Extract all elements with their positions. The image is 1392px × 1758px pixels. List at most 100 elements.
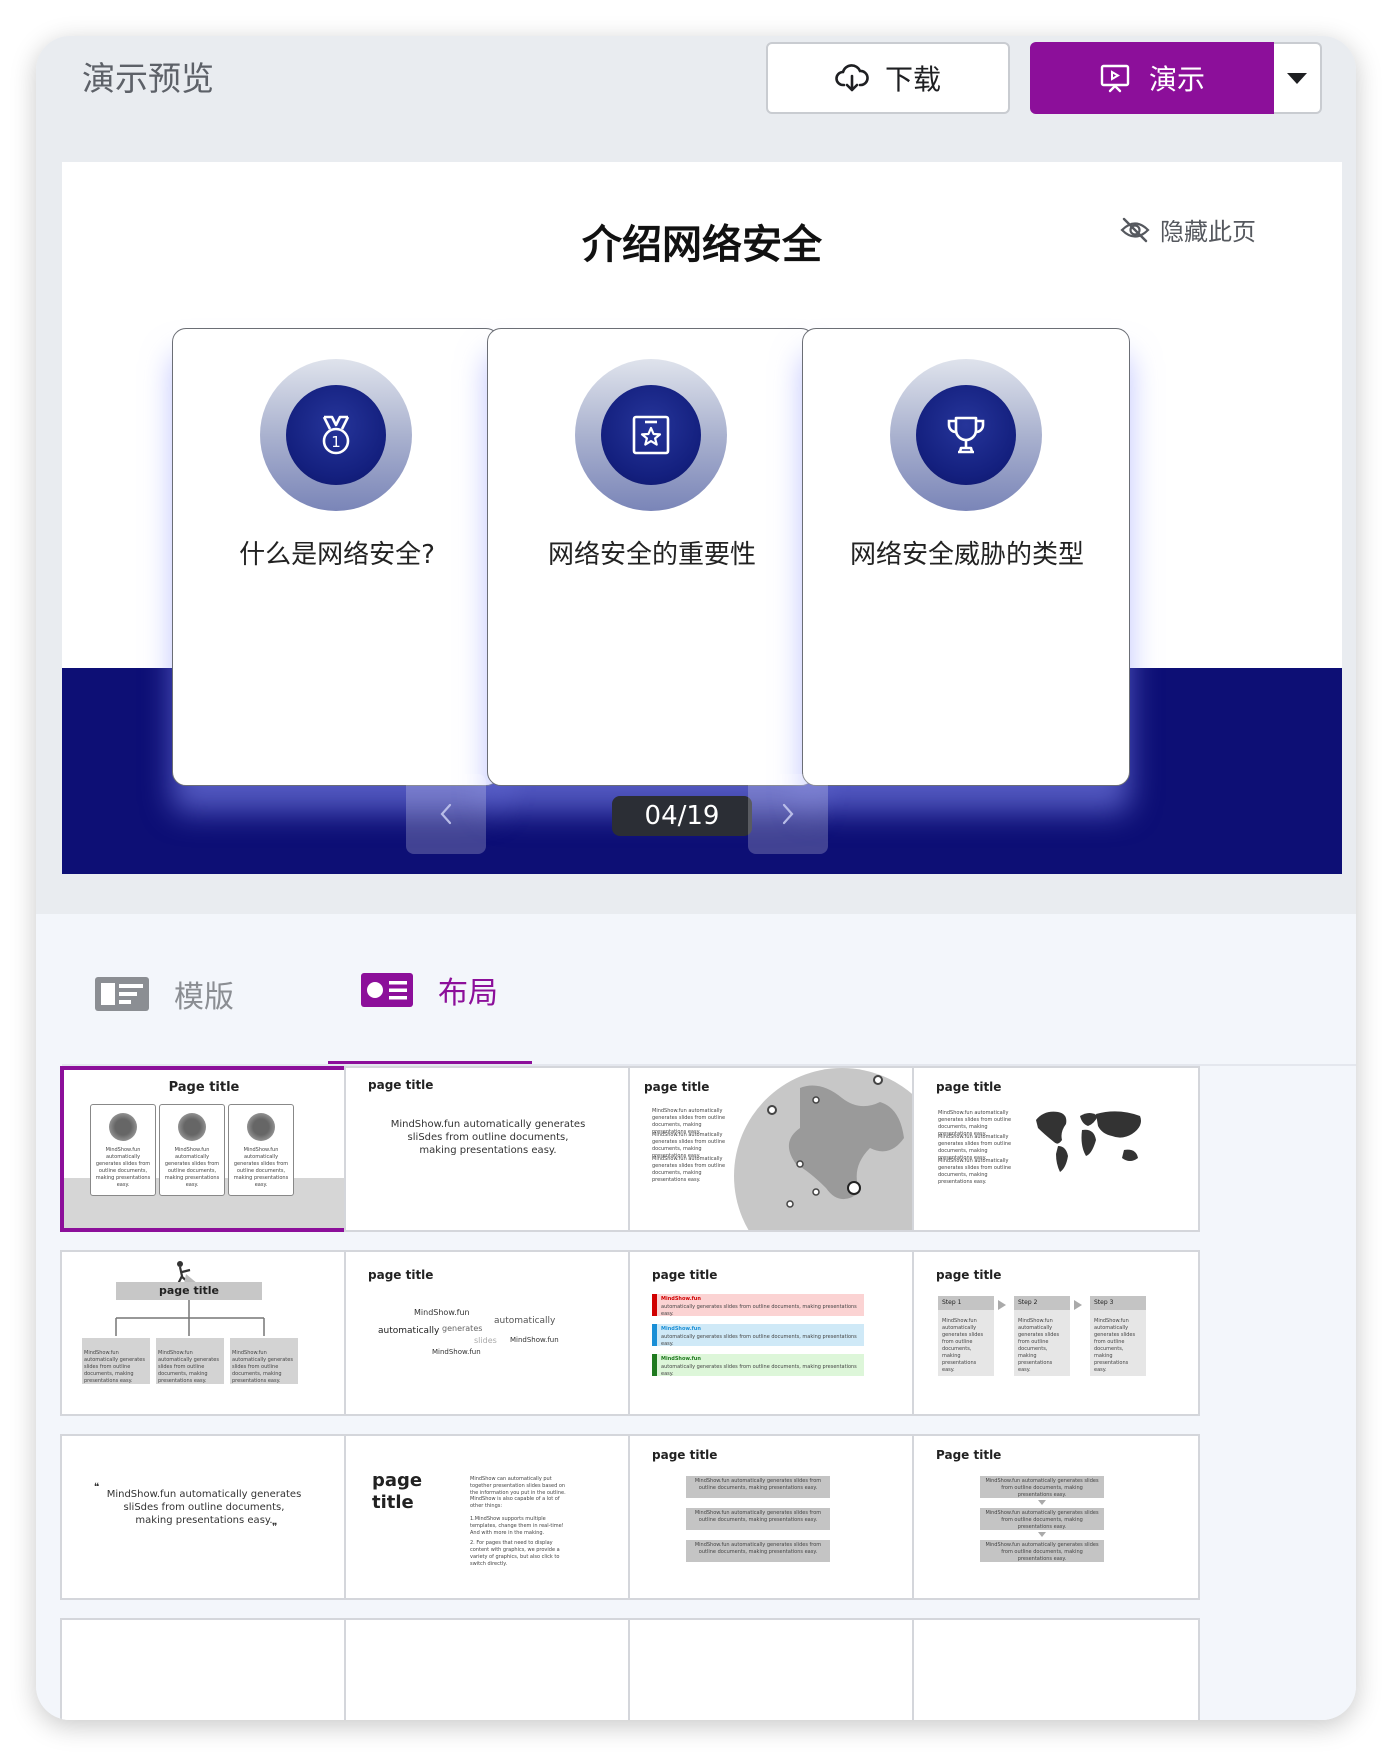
layout-thumbnail-8[interactable]: page title Step 1 MindShow.fun automatic… xyxy=(912,1250,1200,1416)
layout-thumbnail-3[interactable]: page title MindShow.fun automatically ge… xyxy=(628,1066,916,1232)
thumb-box-text: MindShow.fun automatically generates sli… xyxy=(985,1542,1099,1562)
layout-thumbnail-13[interactable] xyxy=(60,1618,348,1720)
layout-thumbnail-14[interactable] xyxy=(344,1618,632,1720)
thumb-card-text: MindShow.fun automatically generates sli… xyxy=(164,1147,220,1188)
thumb-title: page title xyxy=(936,1080,1002,1094)
presentation-icon xyxy=(1100,64,1130,93)
icon-circle xyxy=(916,385,1016,485)
thumb-box-text: MindShow.fun automatically generates sli… xyxy=(158,1350,219,1384)
thumb-title: page title xyxy=(652,1448,718,1462)
thumb-box: MindShow.fun automatically generates sli… xyxy=(980,1540,1104,1562)
medal-icon: 1 xyxy=(322,415,350,455)
tab-bar: 模版 布局 xyxy=(36,914,1356,1066)
layout-thumbnail-1[interactable]: Page title MindShow.fun automatically ge… xyxy=(60,1066,348,1232)
word-cloud-word: slides xyxy=(474,1336,497,1345)
arrow-down-icon xyxy=(1038,1532,1046,1537)
thumb-title: page title xyxy=(368,1268,434,1282)
word-cloud-word: automatically xyxy=(378,1326,440,1336)
layout-thumbnail-16[interactable] xyxy=(912,1618,1200,1720)
download-button[interactable]: 下载 xyxy=(766,42,1010,114)
preview-header-area: 演示预览 下载 演示 介绍网络安全 隐藏此页 1 什么是网络安全? 网络安全的重… xyxy=(36,36,1356,914)
thumb-step-label: Step 2 xyxy=(1014,1296,1070,1310)
present-label: 演示 xyxy=(1148,63,1205,96)
tree-connector xyxy=(115,1300,265,1336)
layout-thumbnail-15[interactable] xyxy=(628,1618,916,1720)
tab-template-label: 模版 xyxy=(174,980,234,1015)
svg-text:1: 1 xyxy=(331,433,341,451)
thumb-title: page title xyxy=(116,1282,262,1300)
thumb-box: MindShow.fun automatically generates sli… xyxy=(230,1338,298,1384)
card-text: 什么是网络安全? xyxy=(239,540,435,570)
layout-thumbnail-5[interactable]: page title MindShow.fun automatically ge… xyxy=(60,1250,348,1416)
thumb-box-text: MindShow.fun automatically generates sli… xyxy=(694,1510,822,1523)
thumb-box-text: MindShow.fun automatically generates sli… xyxy=(694,1478,822,1491)
quote-open-icon: ❝ xyxy=(94,1482,100,1493)
word-cloud-word: MindShow.fun xyxy=(414,1308,470,1317)
thumb-highlight-label: MindShow.fun xyxy=(661,1296,701,1302)
word-cloud-word: MindShow.fun xyxy=(510,1336,559,1344)
thumb-highlight-text: automatically generates slides from outl… xyxy=(661,1334,857,1347)
thumb-box: MindShow.fun automatically generates sli… xyxy=(686,1476,830,1498)
thumb-highlight-red: MindShow.fun automatically generates sli… xyxy=(652,1294,864,1317)
thumb-box: MindShow.fun automatically generates sli… xyxy=(980,1476,1104,1498)
word-cloud-word: automatically xyxy=(494,1316,556,1326)
icon-ring xyxy=(575,359,727,511)
thumb-box: MindShow.fun automatically generates sli… xyxy=(980,1508,1104,1530)
thumb-list-item: MindShow.fun automatically generates sli… xyxy=(938,1158,1012,1185)
arrow-down-icon xyxy=(1038,1500,1046,1505)
thumb-box-text: MindShow.fun automatically generates sli… xyxy=(694,1542,822,1555)
thumb-step-text: MindShow.fun automatically generates sli… xyxy=(1094,1318,1136,1373)
thumb-box: MindShow.fun automatically generates sli… xyxy=(686,1540,830,1562)
page-counter: 04/19 xyxy=(612,796,752,836)
thumb-title: Page title xyxy=(936,1448,1002,1462)
icon-ring xyxy=(890,359,1042,511)
trophy-icon xyxy=(947,416,985,454)
layout-thumbnail-6[interactable]: page title MindShow.fun automatically au… xyxy=(344,1250,632,1416)
slide-card-2: 网络安全的重要性 xyxy=(487,328,815,786)
layout-thumbnail-12[interactable]: Page title MindShow.fun automatically ge… xyxy=(912,1434,1200,1600)
present-options-dropdown[interactable] xyxy=(1274,42,1322,114)
tab-layout[interactable]: 布局 xyxy=(360,968,498,1012)
page-title: 演示预览 xyxy=(82,59,214,98)
thumb-title: page title xyxy=(368,1078,434,1092)
hide-page-label: 隐藏此页 xyxy=(1160,218,1256,246)
chevron-right-icon xyxy=(782,803,794,825)
caret-down-icon xyxy=(1287,72,1307,84)
preview-window: 演示预览 下载 演示 介绍网络安全 隐藏此页 1 什么是网络安全? 网络安全的重… xyxy=(36,36,1356,1720)
thumb-box: MindShow.fun automatically generates sli… xyxy=(156,1338,224,1384)
tab-template[interactable]: 模版 xyxy=(94,972,234,1016)
hide-page-button[interactable]: 隐藏此页 xyxy=(1120,212,1256,247)
layout-thumbnail-11[interactable]: page title MindShow.fun automatically ge… xyxy=(628,1434,916,1600)
thumb-card: MindShow.fun automatically generates sli… xyxy=(90,1104,156,1196)
thumb-title: page title xyxy=(652,1268,718,1282)
thumb-step-text: MindShow.fun automatically generates sli… xyxy=(1018,1318,1060,1373)
layout-thumbnail-7[interactable]: page title MindShow.fun automatically ge… xyxy=(628,1250,916,1416)
thumb-card-text: MindShow.fun automatically generates sli… xyxy=(233,1147,289,1188)
layout-thumbnail-2[interactable]: page title MindShow.fun automatically ge… xyxy=(344,1066,632,1232)
thumb-badge-icon xyxy=(247,1113,275,1141)
thumb-step-label: Step 3 xyxy=(1090,1296,1146,1310)
star-frame-icon xyxy=(632,415,670,455)
thumb-box-text: MindShow.fun automatically generates sli… xyxy=(232,1350,293,1384)
thumb-step: Step 2 MindShow.fun automatically genera… xyxy=(1014,1296,1070,1376)
thumb-highlight-text: automatically generates slides from outl… xyxy=(661,1304,857,1317)
layout-thumbnail-4[interactable]: page title MindShow.fun automatically ge… xyxy=(912,1066,1200,1232)
eye-off-icon xyxy=(1120,217,1150,242)
thumb-paragraph: MindShow can automatically put together … xyxy=(470,1476,566,1496)
tab-layout-label: 布局 xyxy=(438,976,498,1011)
thumb-paragraph: 1.MindShow supports multiple templates, … xyxy=(470,1516,564,1536)
thumb-step: Step 1 MindShow.fun automatically genera… xyxy=(938,1296,994,1376)
layout-icon xyxy=(361,973,413,1007)
thumb-highlight-label: MindShow.fun xyxy=(661,1326,701,1332)
layout-thumbnail-9[interactable]: ❝ MindShow.fun automatically generates s… xyxy=(60,1434,348,1600)
thumb-step-label: Step 1 xyxy=(938,1296,994,1310)
next-slide-button[interactable] xyxy=(748,774,828,854)
thumb-highlight-blue: MindShow.fun automatically generates sli… xyxy=(652,1324,864,1347)
prev-slide-button[interactable] xyxy=(406,774,486,854)
present-button[interactable]: 演示 xyxy=(1030,42,1274,114)
icon-ring: 1 xyxy=(260,359,412,511)
thumb-step-text: MindShow.fun automatically generates sli… xyxy=(942,1318,984,1373)
layout-thumbnail-10[interactable]: page title MindShow can automatically pu… xyxy=(344,1434,632,1600)
arrow-right-icon xyxy=(1074,1300,1082,1310)
icon-circle: 1 xyxy=(286,385,386,485)
